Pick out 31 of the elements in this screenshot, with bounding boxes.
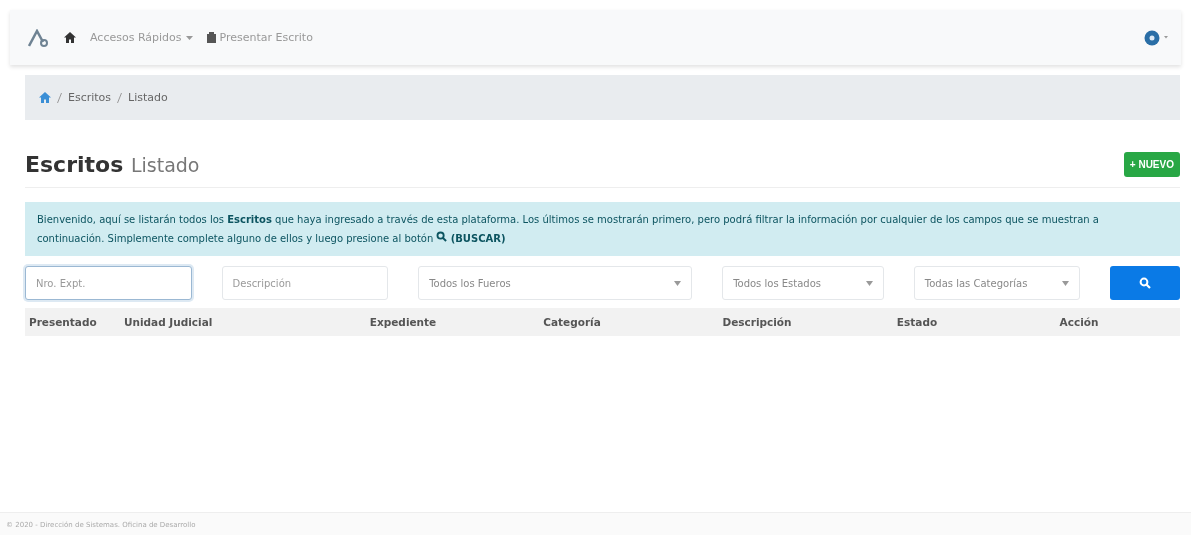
info-alert: Bienvenido, aquí se listarán todos los Escritos que haya ingresado a través de esta plataforma. Los últimos se mostrarán primero, pero podrá filtrar la información por cualquier de los campos que se muestran a continuación. Simplemente complete alguno de ellos y luego presione al botón (BUSCAR) (25, 202, 1180, 256)
caret-icon (185, 35, 193, 40)
home-icon[interactable] (64, 32, 76, 43)
column-header: Descripción (721, 316, 793, 328)
column-header: Expediente (368, 316, 438, 328)
select-field[interactable]: Todos los Fueros (418, 266, 693, 300)
nav-link[interactable]: Accesos Rápidos (90, 31, 193, 44)
column-header: Unidad Judicial (124, 316, 214, 328)
breadcrumb-item[interactable]: Escritos (68, 91, 112, 104)
separator-icon (117, 92, 123, 103)
select-field[interactable]: Todas las Categorías (913, 266, 1081, 300)
search-button[interactable] (1110, 266, 1180, 300)
search-icon (1139, 277, 1152, 289)
caret-icon (865, 280, 873, 286)
select-field[interactable]: Todos los Estados (722, 266, 884, 300)
document-icon (206, 32, 216, 43)
separator-icon (57, 92, 62, 103)
text-field[interactable]: Nro. Expt. (25, 266, 192, 300)
caret-icon (1062, 280, 1070, 286)
page-title: Escritos Listado (25, 152, 200, 177)
column-header: Presentado (29, 316, 98, 328)
new-button[interactable]: + NUEVO (1123, 152, 1180, 177)
column-header: Estado (895, 316, 939, 328)
search-icon (436, 231, 448, 242)
avatar-icon[interactable] (1144, 29, 1169, 46)
column-header: Acción (1058, 316, 1100, 328)
caret-icon (674, 280, 682, 286)
breadcrumb-item: Listado (128, 91, 168, 104)
logo-icon[interactable] (28, 28, 50, 47)
column-header: Categoría (542, 316, 602, 328)
nav-link[interactable]: Presentar Escrito (206, 31, 313, 44)
